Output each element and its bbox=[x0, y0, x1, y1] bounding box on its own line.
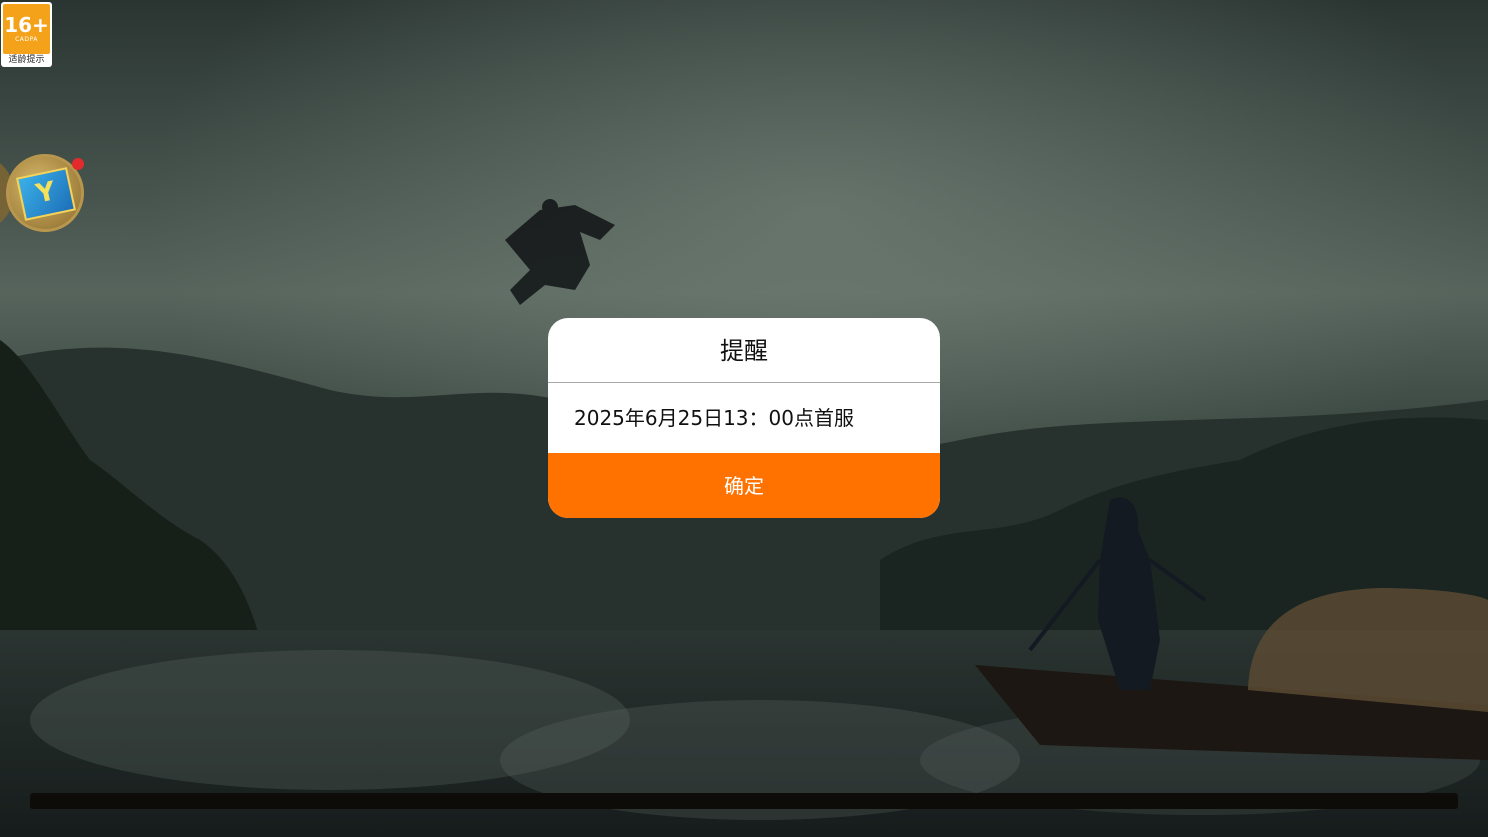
age-tip-label: 适龄提示 bbox=[8, 55, 45, 65]
confirm-button[interactable]: 确定 bbox=[548, 453, 940, 518]
age-rating-label: 16+ bbox=[4, 13, 49, 37]
age-rating-badge: 16+ CADPA 适龄提示 bbox=[1, 2, 52, 67]
dialog-message: 2025年6月25日13：00点首服 bbox=[574, 406, 854, 430]
dialog-title: 提醒 bbox=[548, 318, 940, 383]
loading-bar bbox=[30, 793, 1458, 809]
reminder-dialog: 提醒 2025年6月25日13：00点首服 确定 bbox=[548, 318, 940, 518]
notification-dot bbox=[72, 158, 84, 170]
game-scene: 16+ CADPA 适龄提示 Y 提醒 2025年6月25日13：00点首服 确… bbox=[0, 0, 1488, 837]
rating-org-label: CADPA bbox=[15, 36, 38, 43]
floating-menu-button[interactable]: Y bbox=[0, 152, 86, 236]
age-rating-panel: 16+ CADPA bbox=[3, 4, 50, 54]
